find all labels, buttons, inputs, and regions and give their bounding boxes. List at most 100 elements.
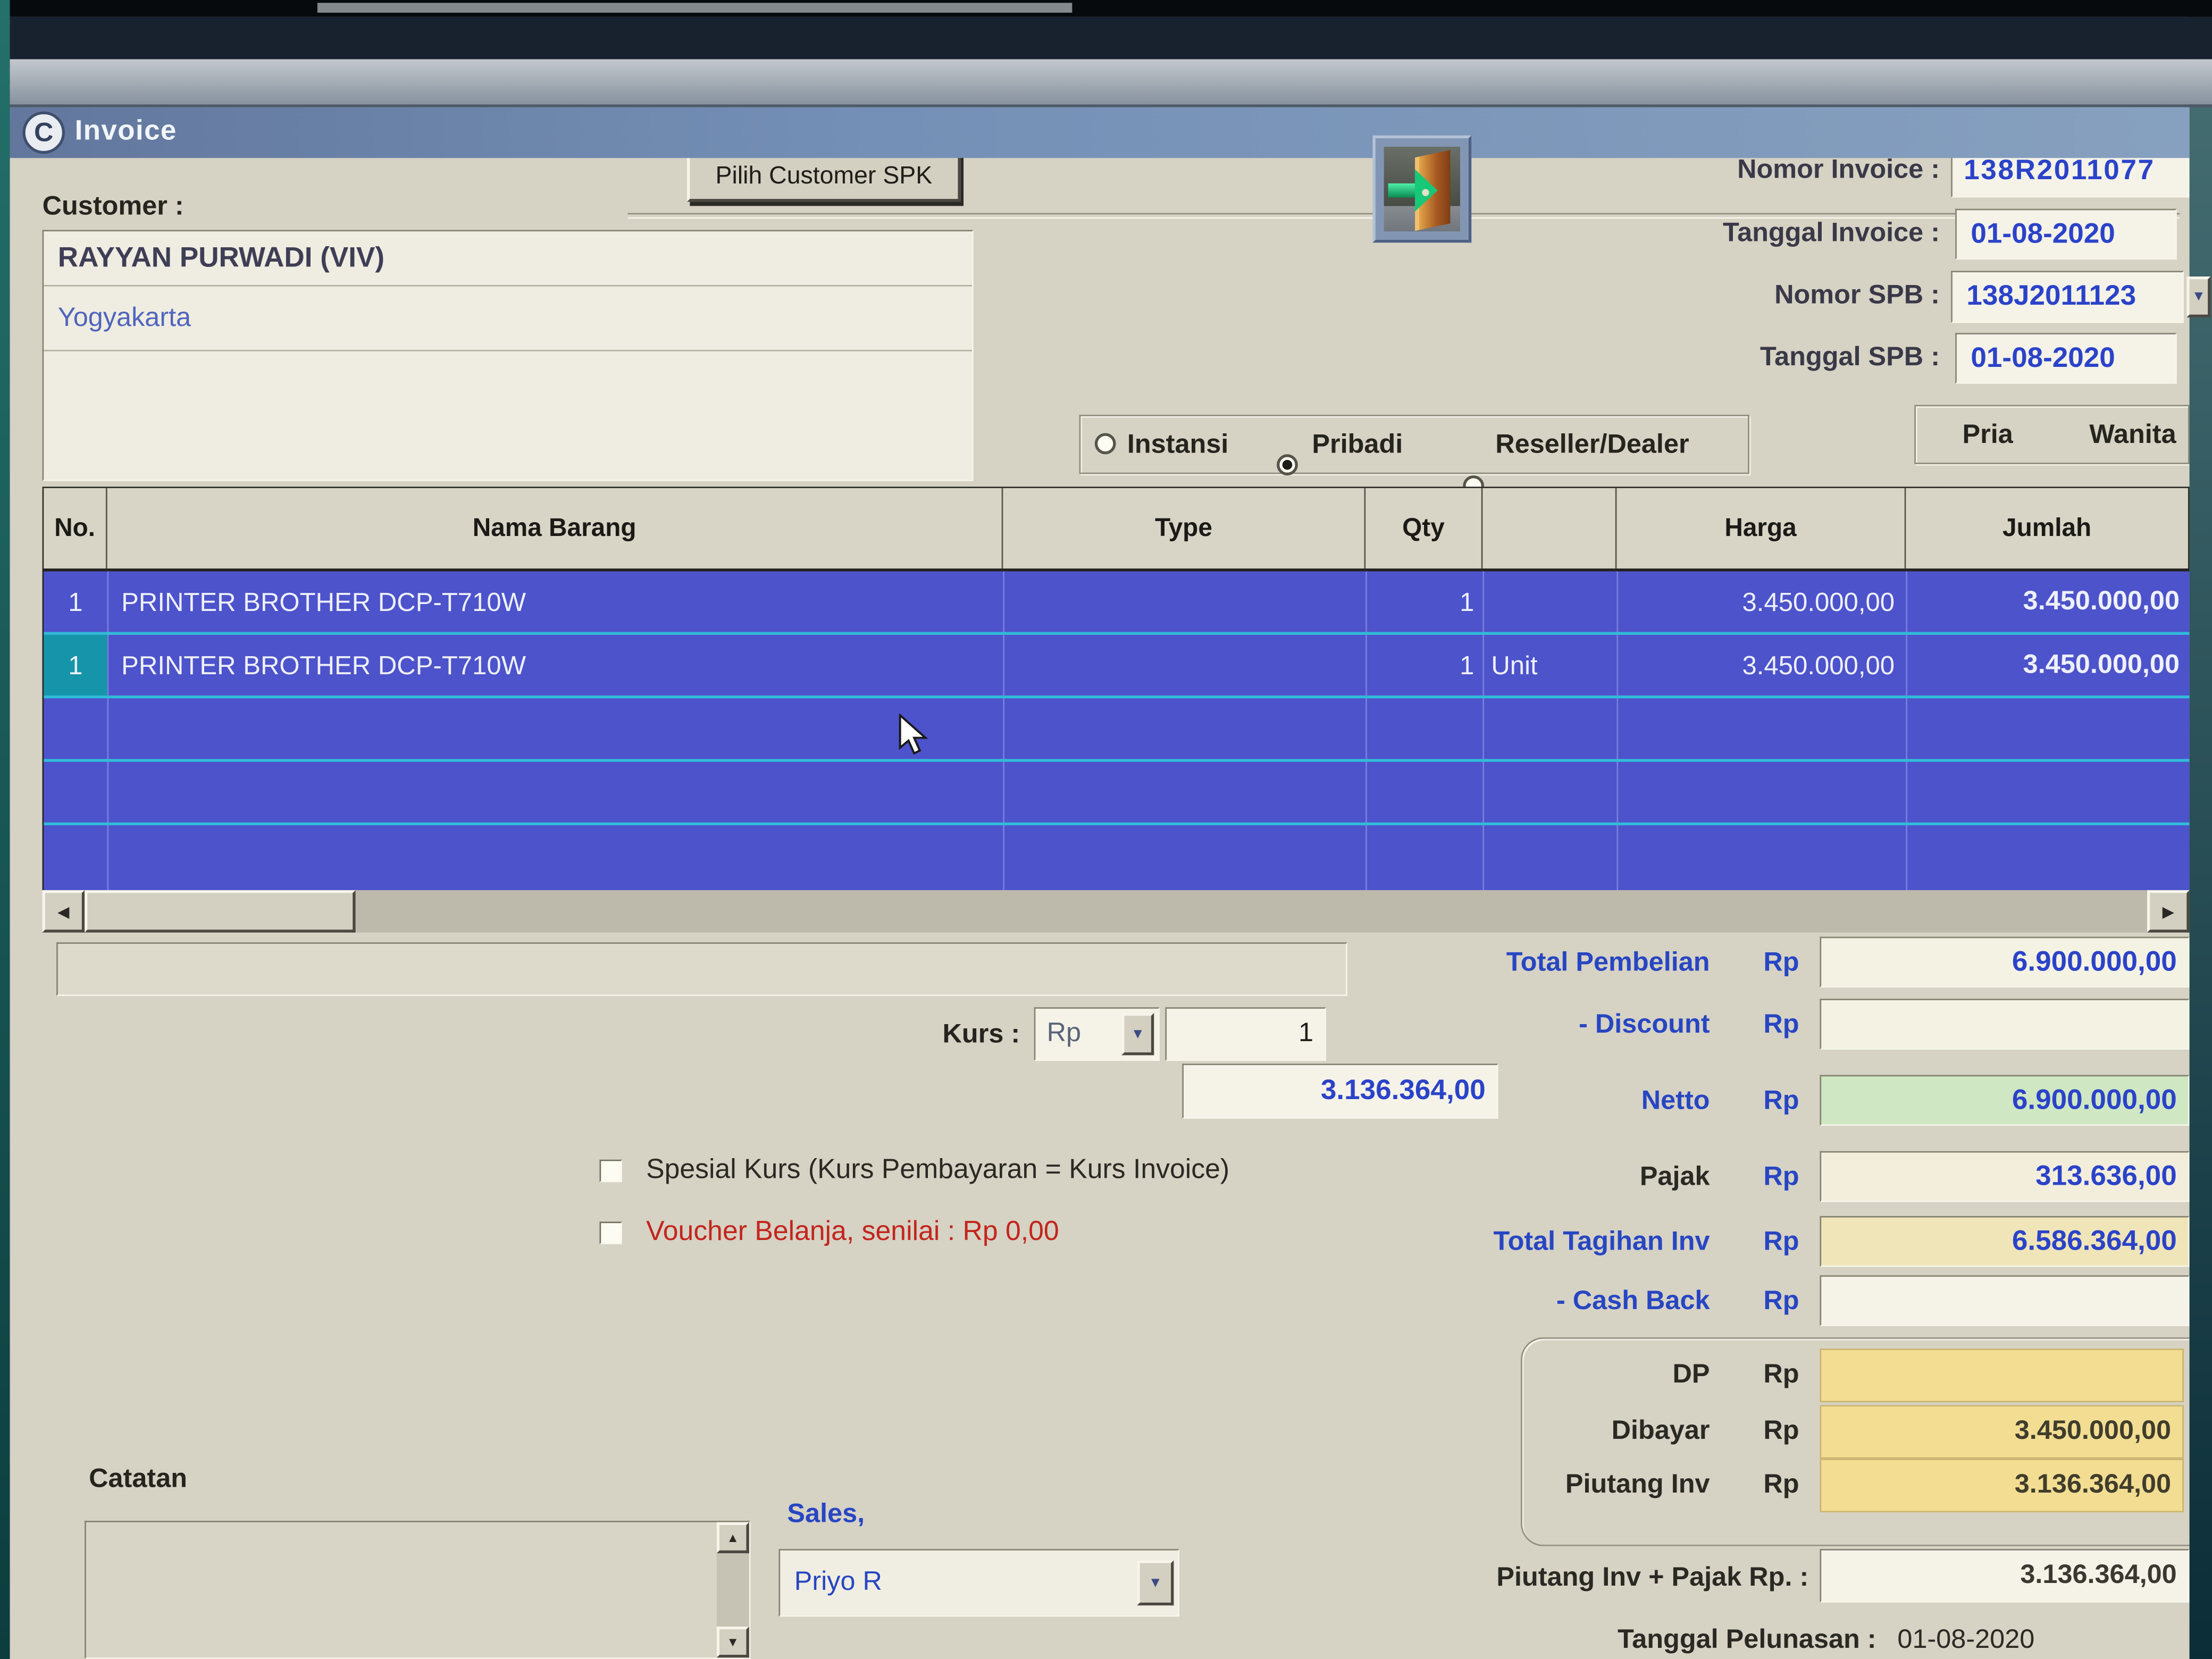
kurs-currency-dropdown-button[interactable]: ▼: [1121, 1013, 1154, 1055]
items-table-header: No. Nama Barang Type Qty Harga Jumlah: [43, 487, 2190, 571]
rp-label: Rp: [1763, 1227, 1799, 1258]
cell-unit: Unit: [1482, 635, 1616, 696]
monitor-bezel-navy: [0, 17, 2212, 60]
hscrollbar-right-button[interactable]: ▶: [2147, 890, 2190, 933]
tanggal-invoice-label: Tanggal Invoice :: [1622, 219, 1940, 249]
kurs-currency-value: Rp: [1047, 1019, 1081, 1050]
tanggal-spb-field[interactable]: 01-08-2020: [1955, 333, 2177, 384]
summary-strip: [56, 942, 1347, 996]
rp-label: Rp: [1763, 1010, 1799, 1041]
spesial-kurs-label[interactable]: Spesial Kurs (Kurs Pembayaran = Kurs Inv…: [646, 1154, 1229, 1186]
catatan-scroll-up-button[interactable]: ▲: [717, 1522, 749, 1553]
total-pembelian-field[interactable]: 6.900.000,00: [1820, 937, 2189, 988]
total-pembelian-value: 6.900.000,00: [2012, 946, 2177, 978]
pajak-field[interactable]: 313.636,00: [1820, 1151, 2189, 1202]
tanggal-pelunasan-label: Tanggal Pelunasan :: [1411, 1625, 1876, 1656]
piutang-pajak-field[interactable]: 3.136.364,00: [1820, 1549, 2189, 1603]
tanggal-spb-value: 01-08-2020: [1971, 342, 2115, 374]
app-icon: C: [22, 112, 65, 154]
title-bar[interactable]: C Invoice: [10, 107, 2190, 158]
pajak-label: Pajak: [1326, 1162, 1710, 1193]
pajak-value: 313.636,00: [2035, 1160, 2177, 1193]
catatan-scroll-down-button[interactable]: ▼: [717, 1627, 749, 1657]
kurs-rate-value: 1: [1298, 1019, 1313, 1050]
rp-label: Rp: [1763, 948, 1799, 979]
voucher-label[interactable]: Voucher Belanja, senilai : Rp 0,00: [646, 1216, 1059, 1249]
sales-select[interactable]: Priyo R: [779, 1549, 1179, 1616]
cell-unit: [1482, 572, 1616, 632]
cash-back-label: - Cash Back: [1326, 1287, 1710, 1318]
catatan-textarea[interactable]: ▲ ▼: [85, 1521, 750, 1659]
piutang-inv-label: Piutang Inv: [1326, 1470, 1710, 1501]
total-tagihan-label: Total Tagihan Inv: [1326, 1227, 1710, 1258]
cell-no: 1: [44, 635, 107, 696]
dp-field[interactable]: [1820, 1348, 2184, 1402]
cell-jumlah: 3.450.000,00: [1906, 572, 2189, 632]
monitor-bezel-left: [0, 0, 10, 1659]
rp-label: Rp: [1763, 1470, 1799, 1501]
radio-reseller-dealer-label[interactable]: Reseller/Dealer: [1495, 430, 1689, 461]
table-row-empty[interactable]: [44, 762, 2189, 825]
dibayar-field[interactable]: 3.450.000,00: [1820, 1405, 2184, 1459]
kurs-label: Kurs :: [808, 1020, 1020, 1051]
rp-label: Rp: [1763, 1086, 1799, 1117]
radio-instansi[interactable]: [1095, 433, 1116, 455]
dibayar-label: Dibayar: [1326, 1417, 1710, 1447]
radio-wanita-label[interactable]: Wanita: [2089, 421, 2176, 451]
nomor-spb-value: 138J2011123: [1966, 281, 2136, 313]
total-pembelian-label: Total Pembelian: [1326, 948, 1710, 979]
hscrollbar-track[interactable]: [85, 890, 2147, 933]
rp-label: Rp: [1763, 1360, 1799, 1391]
window-title: Invoice: [75, 116, 177, 148]
tanggal-spb-label: Tanggal SPB :: [1622, 343, 1940, 374]
dp-label: DP: [1326, 1360, 1710, 1391]
voucher-checkbox[interactable]: [600, 1222, 622, 1244]
cell-nama: PRINTER BROTHER DCP-T710W: [107, 572, 1003, 632]
radio-pribadi-label[interactable]: Pribadi: [1312, 430, 1403, 461]
rp-label: Rp: [1763, 1287, 1799, 1318]
exit-door-icon[interactable]: [1372, 136, 1471, 243]
discount-field[interactable]: [1820, 999, 2189, 1050]
nomor-invoice-label: Nomor Invoice :: [1622, 155, 1940, 186]
nomor-invoice-value: 138R2011077: [1964, 155, 2155, 188]
table-row-empty[interactable]: [44, 825, 2189, 889]
rp-label: Rp: [1763, 1162, 1799, 1193]
sales-value: Priyo R: [794, 1568, 882, 1598]
piutang-inv-value: 3.136.364,00: [2015, 1470, 2171, 1501]
col-harga: Harga: [1616, 488, 1906, 568]
nomor-spb-dropdown-button[interactable]: ▼: [2186, 276, 2210, 317]
radio-instansi-label[interactable]: Instansi: [1127, 430, 1229, 461]
mouse-cursor: [897, 714, 931, 756]
sales-dropdown-button[interactable]: ▼: [1137, 1560, 1174, 1605]
hscrollbar-left-button[interactable]: ◀: [43, 890, 85, 933]
items-table-body[interactable]: 1 PRINTER BROTHER DCP-T710W 1 3.450.000,…: [43, 572, 2190, 891]
radio-pria-label[interactable]: Pria: [1962, 421, 2013, 451]
cash-back-field[interactable]: [1820, 1275, 2189, 1326]
tanggal-invoice-value: 01-08-2020: [1971, 218, 2115, 250]
spesial-kurs-checkbox[interactable]: [600, 1160, 622, 1182]
col-qty: Qty: [1365, 488, 1482, 568]
catatan-label: Catatan: [89, 1464, 187, 1495]
piutang-pajak-value: 3.136.364,00: [2020, 1560, 2176, 1591]
cell-qty: 1: [1365, 572, 1482, 632]
netto-field[interactable]: 6.900.000,00: [1820, 1075, 2189, 1126]
piutang-inv-field[interactable]: 3.136.364,00: [1820, 1459, 2184, 1512]
kurs-rate-input[interactable]: 1: [1165, 1007, 1326, 1061]
customer-info-box[interactable]: RAYYAN PURWADI (VIV) Yogyakarta: [43, 230, 974, 481]
netto-label: Netto: [1326, 1086, 1710, 1117]
monitor-bezel-right: [2190, 0, 2212, 1659]
total-tagihan-value: 6.586.364,00: [2012, 1225, 2177, 1258]
hscrollbar-thumb[interactable]: [85, 890, 355, 933]
total-tagihan-field[interactable]: 6.586.364,00: [1820, 1216, 2189, 1267]
tanggal-invoice-field[interactable]: 01-08-2020: [1955, 209, 2177, 260]
table-row[interactable]: 1 PRINTER BROTHER DCP-T710W 1 3.450.000,…: [44, 572, 2189, 635]
nomor-spb-field[interactable]: 138J2011123: [1951, 271, 2184, 323]
table-row[interactable]: 1 PRINTER BROTHER DCP-T710W 1 Unit 3.450…: [44, 635, 2189, 698]
customer-label: Customer :: [43, 192, 184, 223]
col-no: No.: [44, 488, 107, 568]
cell-harga: 3.450.000,00: [1616, 635, 1906, 696]
dibayar-value: 3.450.000,00: [2015, 1417, 2171, 1447]
table-row-empty[interactable]: [44, 698, 2189, 761]
tanggal-pelunasan-value: 01-08-2020: [1897, 1625, 2034, 1656]
radio-pribadi[interactable]: [1277, 454, 1298, 475]
